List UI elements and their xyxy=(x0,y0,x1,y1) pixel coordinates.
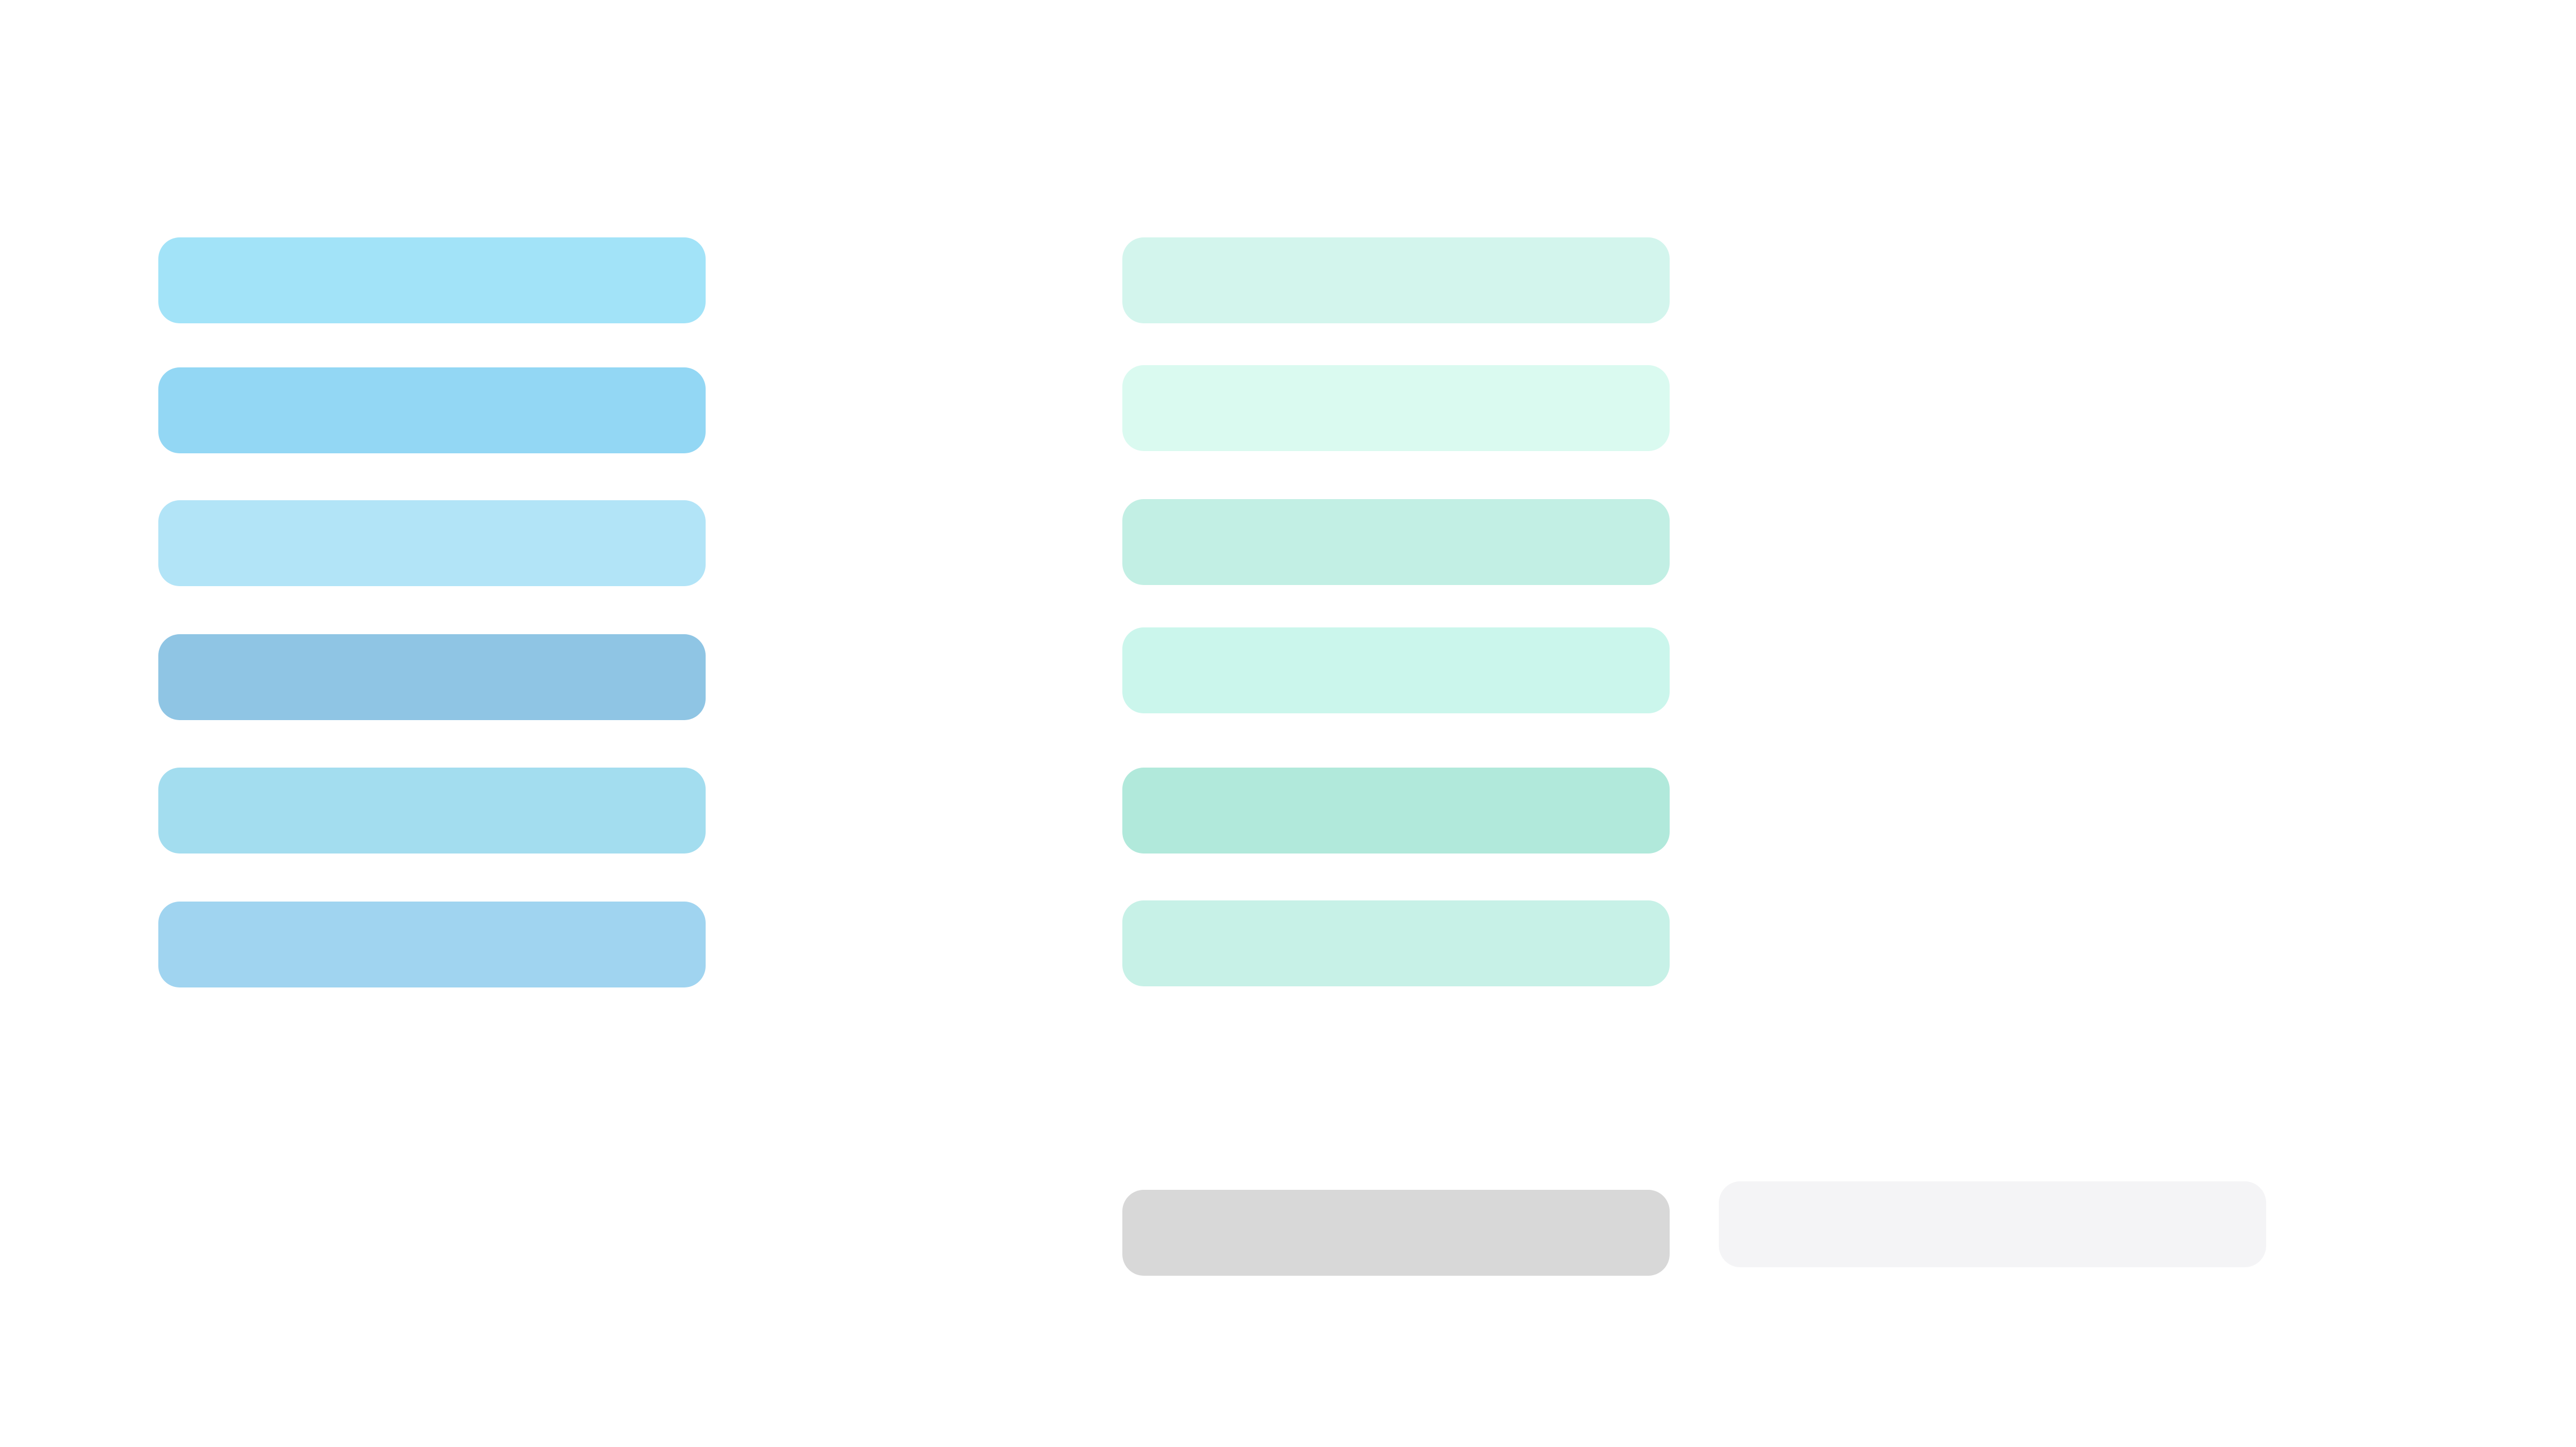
green-swatch-bar[interactable] xyxy=(1122,900,1670,986)
blue-swatch-bar[interactable] xyxy=(158,902,706,987)
green-swatch-bar[interactable] xyxy=(1122,499,1670,585)
blue-swatch-bar[interactable] xyxy=(158,768,706,854)
green-swatch-bar[interactable] xyxy=(1122,768,1670,854)
green-swatch-bar[interactable] xyxy=(1122,627,1670,713)
blue-swatch-bar[interactable] xyxy=(158,367,706,453)
blue-swatch-bar[interactable] xyxy=(158,500,706,586)
green-swatch-bar[interactable] xyxy=(1122,237,1670,323)
gray-swatch-bar[interactable] xyxy=(1122,1190,1670,1276)
green-swatch-bar[interactable] xyxy=(1122,365,1670,451)
blue-swatch-bar[interactable] xyxy=(158,634,706,720)
blue-swatch-bar[interactable] xyxy=(158,237,706,323)
light-gray-swatch-bar[interactable] xyxy=(1719,1181,2266,1267)
